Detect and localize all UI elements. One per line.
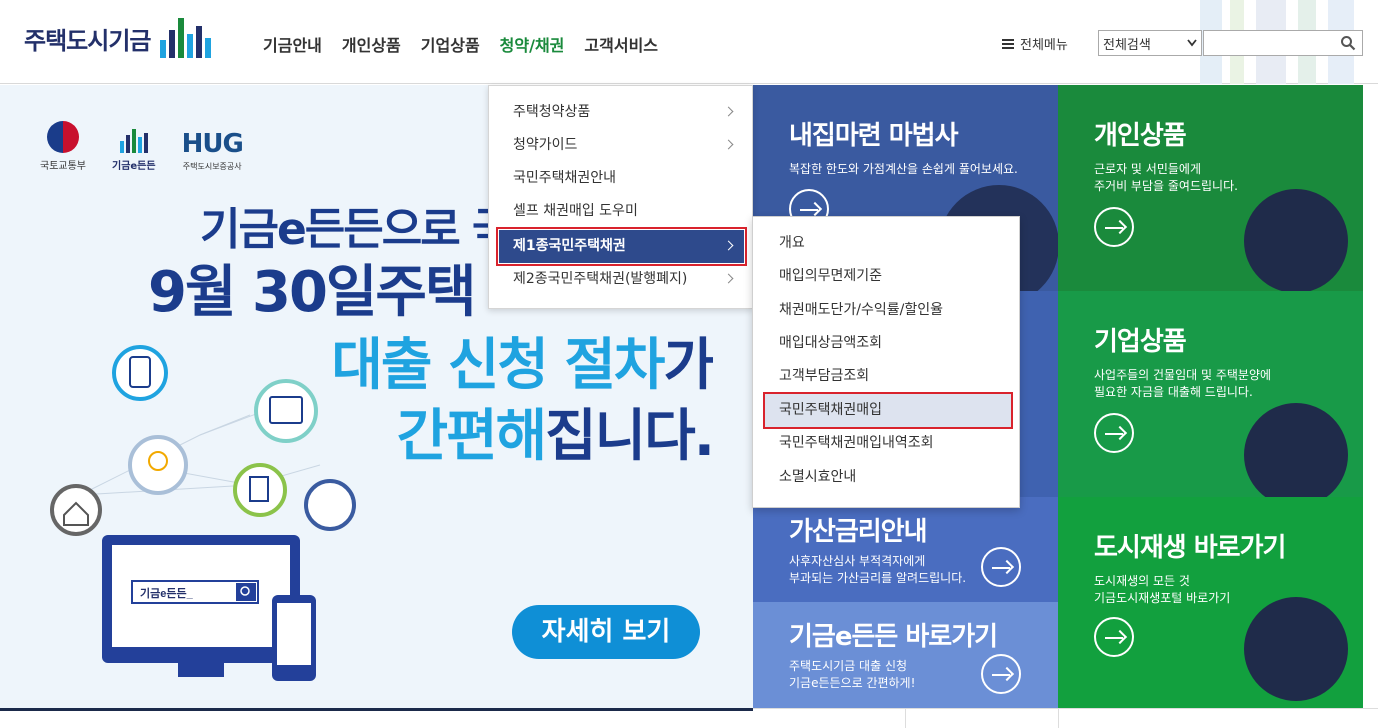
city-illustration (1244, 597, 1348, 701)
bottom-grid (753, 708, 1378, 728)
all-menu-button[interactable]: 전체메뉴 (1002, 34, 1068, 53)
chevron-right-icon (723, 273, 734, 284)
menu1-item-type2-bond[interactable]: 제2종국민주택채권(발행폐지) (499, 263, 744, 296)
banner-line-3b: 가 (663, 333, 713, 398)
menu2-item-exemption[interactable]: 매입의무면제기준 (765, 260, 1011, 293)
tile-egood-desc: 주택도시기금 대출 신청 기금e든든으로 간편하게! (789, 659, 916, 690)
banner-bottom-bar (0, 708, 753, 711)
chevron-right-icon (723, 139, 734, 150)
menu2-item-price-yield[interactable]: 채권매도단가/수익률/할인율 (765, 294, 1011, 327)
search-scope-select[interactable]: 전체검색 (1098, 30, 1202, 56)
menu1-item-type1-bond[interactable]: 제1종국민주택채권 (496, 227, 747, 266)
hug-logo: HUG 주택도시보증공사 (181, 129, 244, 172)
tile-surcharge-desc: 사후자산심사 부적격자에게 부과되는 가산금리를 알려드립니다. (789, 554, 967, 585)
tile-egood-title: 기금e든든 바로가기 (789, 622, 998, 652)
tile-personal-desc: 근로자 및 서민들에게 주거비 부담을 줄여드립니다. (1094, 162, 1238, 193)
menu1-item-label: 셀프 채권매입 도우미 (513, 203, 638, 219)
menu1-item-label: 제2종국민주택채권(발행폐지) (513, 271, 688, 287)
hug-sub-label: 주택도시보증공사 (182, 162, 242, 171)
arrow-right-icon[interactable] (981, 547, 1021, 587)
submenu-type1-bond: 개요 매입의무면제기준 채권매도단가/수익률/할인율 매입대상금액조회 고객부담… (752, 216, 1020, 508)
site-logo[interactable]: 주택도시기금 (24, 18, 212, 58)
fund-e-label: 기금e든든 (112, 161, 156, 172)
menu1-item-subscription-guide[interactable]: 청약가이드 (499, 129, 744, 162)
banner-search-text: 기금e든든_ (140, 586, 194, 600)
banner-line-4b: 집니다. (545, 404, 713, 469)
molit-logo: 국토교통부 (40, 121, 86, 172)
tile-business-desc: 사업주들의 건물임대 및 주택분양에 필요한 자금을 대출해 드립니다. (1094, 368, 1272, 399)
menu2-item-overview[interactable]: 개요 (765, 227, 1011, 260)
search-icon[interactable] (1340, 35, 1356, 51)
nav-customer-service[interactable]: 고객서비스 (584, 32, 658, 56)
banner-line-4a: 간편해 (396, 404, 548, 469)
menu1-item-subscription-products[interactable]: 주택청약상품 (499, 96, 744, 129)
tile-personal[interactable]: 개인상품 근로자 및 서민들에게 주거비 부담을 줄여드립니다. (1058, 85, 1363, 291)
arrow-right-icon[interactable] (1094, 207, 1134, 247)
logo-text: 주택도시기금 (24, 26, 151, 55)
menu2-item-customer-charge[interactable]: 고객부담금조회 (765, 360, 1011, 393)
search-scope-value: 전체검색 (1103, 37, 1151, 53)
menu1-item-label: 주택청약상품 (513, 104, 591, 120)
fund-mark-icon (119, 129, 148, 153)
chevron-right-icon (723, 106, 734, 117)
nav-fund-info[interactable]: 기금안내 (263, 32, 322, 56)
person-illustration (1244, 189, 1348, 291)
menu1-item-self-bond-helper[interactable]: 셀프 채권매입 도우미 (499, 195, 744, 228)
chevron-right-icon (723, 240, 734, 251)
phone-home-icon (112, 345, 168, 401)
nav-personal-products[interactable]: 개인상품 (342, 32, 401, 56)
menu1-item-label: 청약가이드 (513, 137, 578, 153)
nav-business-products[interactable]: 기업상품 (421, 32, 480, 56)
tile-regen[interactable]: 도시재생 바로가기 도시재생의 모든 것 기금도시재생포털 바로가기 (1058, 497, 1363, 708)
tile-surcharge-title: 가산금리안내 (789, 517, 928, 547)
main-nav: 기금안내 개인상품 기업상품 청약/채권 고객서비스 (263, 32, 658, 56)
fund-e-logo: 기금e든든 (112, 129, 156, 172)
arrow-right-icon[interactable] (1094, 617, 1134, 657)
arrow-right-icon[interactable] (981, 654, 1021, 694)
menu1-item-bond-info[interactable]: 국민주택채권안내 (499, 162, 744, 195)
banner-line-3a: 대출 신청 절차 (331, 333, 665, 398)
arrow-right-icon[interactable] (1094, 413, 1134, 453)
detail-button[interactable]: 자세히 보기 (512, 605, 700, 659)
nav-subscription-bonds[interactable]: 청약/채권 (500, 32, 565, 56)
tile-regen-title: 도시재생 바로가기 (1094, 533, 1286, 563)
banner-logos: 국토교통부 기금e든든 HUG 주택도시보증공사 (40, 121, 244, 172)
molit-label: 국토교통부 (40, 161, 86, 172)
taegeuk-icon (47, 121, 79, 153)
tile-magic-desc: 복잡한 한도와 가점계산을 손쉽게 풀어보세요. (789, 162, 1018, 176)
menu1-item-label: 국민주택채권안내 (513, 170, 617, 186)
menu1-item-label: 제1종국민주택채권 (513, 238, 626, 254)
all-menu-label: 전체메뉴 (1020, 38, 1068, 53)
tile-regen-desc: 도시재생의 모든 것 기금도시재생포털 바로가기 (1094, 574, 1231, 605)
menu2-item-prescription[interactable]: 소멸시효안내 (765, 461, 1011, 494)
search-input[interactable] (1203, 30, 1363, 56)
building-illustration (1244, 403, 1348, 497)
logo-mark-icon (160, 18, 212, 58)
banner-illustration: 기금e든든_ (50, 345, 356, 681)
menu2-item-amount-lookup[interactable]: 매입대상금액조회 (765, 327, 1011, 360)
tile-business-title: 기업상품 (1094, 327, 1187, 357)
tile-egood[interactable]: 기금e든든 바로가기 주택도시기금 대출 신청 기금e든든으로 간편하게! (753, 602, 1058, 708)
tile-personal-title: 개인상품 (1094, 121, 1187, 151)
tile-surcharge[interactable]: 가산금리안내 사후자산심사 부적격자에게 부과되는 가산금리를 알려드립니다. (753, 497, 1058, 602)
header: 주택도시기금 기금안내 개인상품 기업상품 청약/채권 고객서비스 전체메뉴 전… (0, 0, 1378, 84)
hug-label: HUG (181, 129, 244, 159)
hamburger-icon (1002, 38, 1014, 49)
tile-magic-title: 내집마련 마법사 (789, 121, 958, 151)
submenu-subscription-bonds: 주택청약상품 청약가이드 국민주택채권안내 셀프 채권매입 도우미 제1종국민주… (488, 85, 753, 309)
chevron-down-icon (1187, 39, 1197, 47)
menu2-item-bond-purchase[interactable]: 국민주택채권매입 (763, 392, 1013, 429)
menu2-item-purchase-history[interactable]: 국민주택채권매입내역조회 (765, 427, 1011, 460)
tile-business[interactable]: 기업상품 사업주들의 건물임대 및 주택분양에 필요한 자금을 대출해 드립니다… (1058, 291, 1363, 497)
page: 주택도시기금 기금안내 개인상품 기업상품 청약/채권 고객서비스 전체메뉴 전… (0, 0, 1378, 728)
